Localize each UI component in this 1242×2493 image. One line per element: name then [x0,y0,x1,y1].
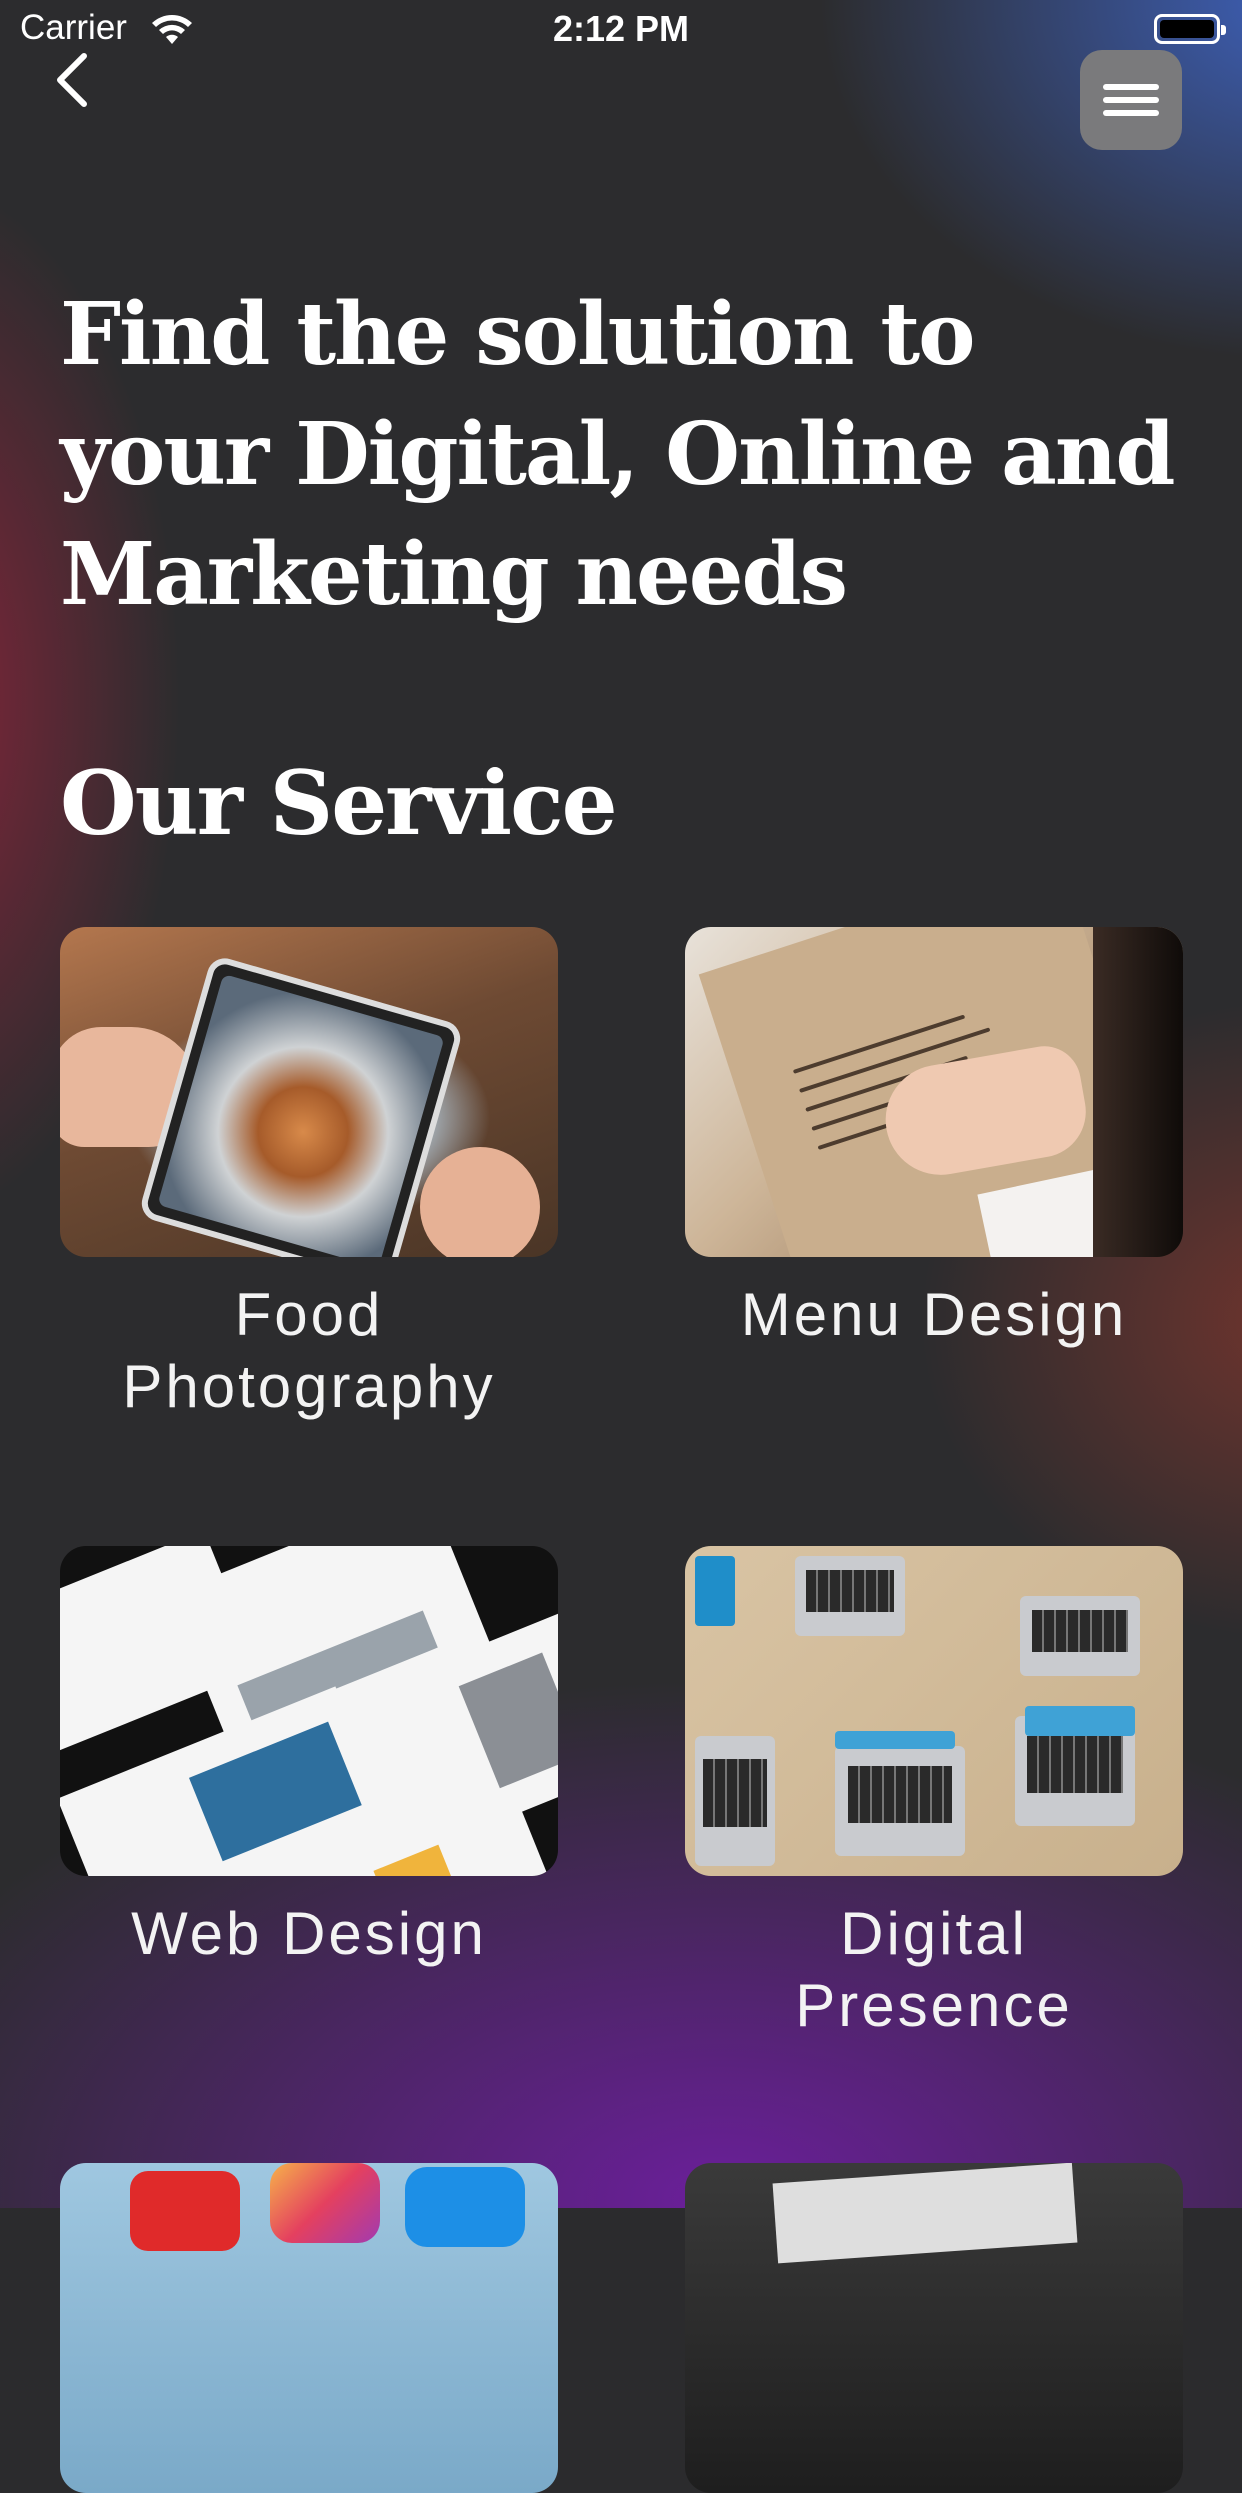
web-design-image [60,1546,558,1876]
service-card-food-photography[interactable]: Food Photography [60,927,558,1423]
section-heading: Our Service [60,751,618,855]
service-card-social-media[interactable] [60,2163,558,2493]
service-label: Web Design [131,1900,487,1967]
service-card-marketing-strategy[interactable] [685,2163,1183,2493]
hamburger-menu-icon [1103,84,1159,90]
service-label: Digital Presence [795,1900,1073,2039]
service-card-digital-presence[interactable]: Digital Presence [685,1546,1183,2042]
instagram-icon [270,2163,380,2243]
twitter-icon [405,2167,525,2247]
battery-icon [1154,14,1226,44]
service-label: Food Photography [122,1281,496,1420]
back-chevron-icon[interactable] [52,52,92,108]
food-photography-image [60,927,558,1257]
service-card-menu-design[interactable]: Menu Design [685,927,1183,1351]
status-time: 2:12 PM [552,8,690,49]
marketing-strategy-image [685,2163,1183,2493]
youtube-icon [130,2171,240,2251]
menu-button[interactable] [1080,50,1182,150]
social-media-image [60,2163,558,2493]
status-bar: Carrier 2:12 PM [0,0,1242,60]
service-card-web-design[interactable]: Web Design [60,1546,558,1970]
hamburger-bar [1103,110,1159,116]
hero-title: Find the solution to your Digital, Onlin… [60,284,1176,625]
digital-presence-image [685,1546,1183,1876]
hamburger-bar [1103,97,1159,103]
menu-design-image [685,927,1183,1257]
service-label: Menu Design [740,1281,1128,1348]
